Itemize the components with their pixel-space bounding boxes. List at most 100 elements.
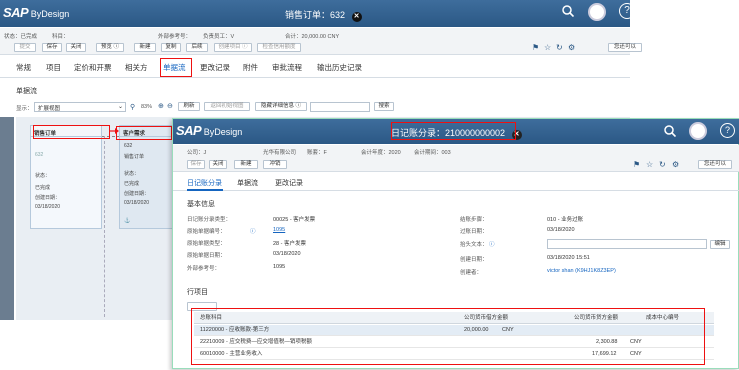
submit-button[interactable]: 提交 — [14, 43, 36, 52]
flow-card-customer-requirement[interactable]: 客户需求 632 销售订单 状态： 已完成 创建日期： 03/18/2020 ⚓ — [119, 125, 174, 229]
tab-output-history[interactable]: 输出历史记录 — [317, 62, 362, 73]
active-tab-underline — [187, 189, 223, 191]
help-icon[interactable]: ⓘ — [250, 227, 256, 235]
help-icon[interactable]: ⓘ — [489, 240, 495, 248]
tab-attachments[interactable]: 附件 — [243, 62, 258, 73]
flow-card-sales-order[interactable]: 销售订单 632 状态： 已完成 创建日期： 03/18/2020 — [30, 125, 102, 229]
new-button[interactable]: 新建 — [134, 43, 156, 52]
new-button[interactable]: 新建 — [234, 160, 258, 169]
close-button[interactable]: 关闭 — [209, 160, 227, 169]
zoom-in-icon[interactable]: ⊕ — [158, 102, 164, 110]
table-row[interactable]: 60010000 - 主营业务收入 17,699.12 CNY — [194, 349, 714, 360]
tab-general[interactable]: 常规 — [16, 62, 31, 73]
personalize-icon[interactable]: ⚙ — [568, 43, 575, 52]
tab-document-flow[interactable]: 单据流 — [163, 62, 186, 73]
save-button[interactable]: 保存 — [187, 160, 205, 169]
sap-logo: SAP ByDesign — [3, 5, 70, 20]
field-label: 过账日期： — [460, 229, 488, 235]
status-text: 状态：已完成 — [4, 34, 38, 40]
account-cell: 11220000 - 应收账款-第三方 — [200, 327, 270, 333]
check-credit-button[interactable]: 检查信用额度 — [257, 43, 301, 52]
personalize-icon[interactable]: ⚙ — [672, 160, 679, 169]
tab-change-log[interactable]: 更改记录 — [200, 62, 230, 73]
close-icon[interactable]: ✕ — [351, 12, 362, 22]
field-label: 创建者： — [460, 270, 483, 276]
edit-button[interactable]: 编辑 — [710, 240, 730, 249]
return-initial-view-button[interactable]: 返回初始视图 — [204, 102, 250, 111]
tab-document-flow[interactable]: 单据流 — [237, 178, 258, 188]
tab-journal-entry[interactable]: 日记账分录 — [187, 178, 222, 188]
credit-cell: 17,699.12 — [592, 351, 617, 357]
refresh-button[interactable]: 刷新 — [178, 102, 200, 111]
create-project-button[interactable]: 创建项目 ⓘ — [214, 43, 252, 52]
flow-search-button[interactable]: 搜索 — [374, 102, 394, 111]
search-icon[interactable] — [664, 125, 677, 138]
header-fields: 状态：已完成 科目： 外部参考号： 负责员工：V 合计：20,000.00 CN… — [0, 28, 630, 41]
front-window: SAP ByDesign 日记账分录：210000000002 ✕ ? 公司：J… — [172, 118, 739, 369]
table-header: 总账科目 公司货币借方金额 公司货币贷方金额 成本中心编号 — [194, 312, 714, 324]
star-icon[interactable]: ☆ — [544, 43, 551, 52]
column-header: 总账科目 — [200, 315, 223, 321]
zoom-level: 83% — [141, 104, 153, 110]
ledger-label: 账套：F — [307, 150, 327, 156]
header-text-input[interactable] — [547, 239, 707, 249]
header-fields: 公司：J 光华有限公司 账套：F 会计年度：2020 会计期间：003 — [173, 145, 739, 157]
anchor-icon[interactable]: ⚓ — [124, 218, 130, 224]
card-id[interactable]: 632 — [124, 143, 132, 149]
field-label: 抬头文本： — [460, 242, 488, 248]
save-button[interactable]: 保存 — [42, 43, 62, 52]
field-label: 结账步骤： — [460, 217, 488, 223]
refresh-icon[interactable]: ↻ — [659, 160, 666, 169]
table-row[interactable]: 22210009 - 应交税费—应交增值税—销项税额 2,300.88 CNY — [194, 337, 714, 348]
copy-button[interactable]: 复制 — [161, 43, 181, 52]
flow-search-input[interactable] — [310, 102, 370, 112]
debit-cell: 20,000.00 — [464, 327, 489, 333]
creator-link[interactable]: victor shan (K9HJ1K8Z3EP) — [547, 268, 616, 274]
card-status: 已完成 — [124, 181, 140, 187]
tab-bar: 常规 项目 定价和开票 相关方 单据流 更改记录 附件 审批流程 输出历史记录 — [0, 56, 630, 78]
field-label: 日记账分录类型： — [187, 217, 232, 223]
avatar[interactable] — [689, 122, 707, 140]
avatar[interactable] — [588, 3, 606, 21]
card-id[interactable]: 632 — [35, 152, 43, 158]
star-icon[interactable]: ☆ — [646, 160, 653, 169]
basic-info-title: 基本信息 — [187, 201, 215, 208]
tab-items[interactable]: 项目 — [46, 62, 61, 73]
card-created-label: 创建日期： — [124, 191, 150, 197]
tab-approval[interactable]: 审批流程 — [272, 62, 302, 73]
hide-details-button[interactable]: 隐藏详细信息 ⓘ — [255, 102, 307, 111]
tab-change-log[interactable]: 更改记录 — [275, 178, 303, 188]
sap-logo: SAP ByDesign — [176, 123, 243, 138]
table-action-button[interactable] — [187, 302, 217, 311]
zoom-icon[interactable]: ⚲ — [130, 103, 135, 111]
you-can-also-button[interactable]: 您还可以 — [698, 160, 732, 169]
credit-currency-cell: CNY — [630, 351, 642, 357]
line-items-title: 行项目 — [187, 289, 208, 296]
flag-icon[interactable]: ⚑ — [532, 43, 539, 52]
reverse-button[interactable]: 冲销 — [263, 160, 287, 169]
card-title: 销售订单 — [31, 126, 101, 137]
card-status-label: 状态： — [124, 171, 140, 177]
field-value[interactable]: 1095 — [273, 227, 285, 233]
table-row[interactable]: 11220000 - 应收账款-第三方 20,000.00 CNY — [194, 325, 714, 336]
help-icon[interactable]: ? — [619, 3, 635, 19]
field-label: 创建日期： — [460, 257, 488, 263]
close-icon[interactable]: ✕ — [511, 130, 522, 140]
preview-button[interactable]: 预览 ⓘ — [96, 43, 124, 52]
shell-bar: SAP ByDesign 日记账分录：210000000002 ✕ ? — [173, 119, 739, 144]
company-label: 公司：J — [187, 150, 207, 156]
help-icon[interactable]: ? — [720, 123, 735, 138]
search-icon[interactable] — [562, 5, 575, 18]
flag-icon[interactable]: ⚑ — [633, 160, 640, 169]
close-button[interactable]: 关闭 — [66, 43, 86, 52]
card-ref: 销售订单 — [124, 154, 145, 160]
field-value: 03/18/2020 — [273, 251, 301, 257]
field-value: 03/18/2020 — [547, 227, 575, 233]
zoom-out-icon[interactable]: ⊖ — [167, 102, 173, 110]
follow-up-button[interactable]: 后续 — [186, 43, 208, 52]
you-can-also-button[interactable]: 您还可以 — [608, 43, 642, 52]
tab-pricing[interactable]: 定价和开票 — [74, 62, 112, 73]
tab-parties[interactable]: 相关方 — [125, 62, 148, 73]
view-select[interactable]: 扩展视图 ⌄ — [34, 102, 126, 112]
refresh-icon[interactable]: ↻ — [556, 43, 563, 52]
